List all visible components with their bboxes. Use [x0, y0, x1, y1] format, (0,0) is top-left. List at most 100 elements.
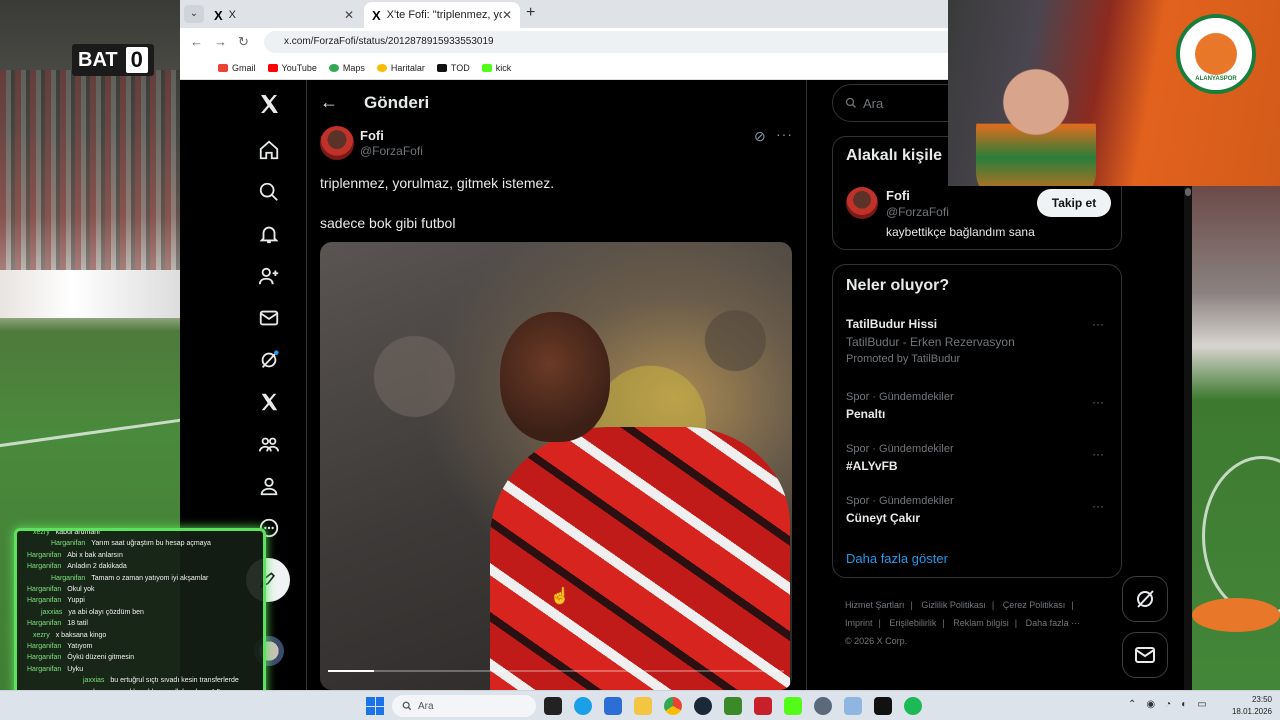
- chat-username[interactable]: Harganifan: [27, 563, 61, 570]
- chat-username[interactable]: Harganifan: [27, 654, 61, 661]
- bookmark-maps[interactable]: Maps: [328, 63, 365, 73]
- edge-icon[interactable]: [574, 697, 592, 715]
- post-video[interactable]: [320, 242, 792, 690]
- minecraft-icon[interactable]: [724, 697, 742, 715]
- tab-x-home[interactable]: X X ✕: [206, 2, 362, 28]
- file-explorer-icon[interactable]: [634, 697, 652, 715]
- follow-button[interactable]: Takip et: [1037, 189, 1111, 217]
- footer-link[interactable]: Daha fazla ···: [1026, 618, 1081, 628]
- trend-item[interactable]: Spor · Gündemdekiler Cüneyt Çakır ···: [846, 495, 1110, 525]
- chrome-icon[interactable]: [664, 697, 682, 715]
- chat-username[interactable]: Harganifan: [51, 540, 85, 547]
- volume-icon[interactable]: ◐: [1181, 699, 1187, 710]
- bookmark-haritalar[interactable]: Haritalar: [376, 63, 425, 73]
- communities-icon[interactable]: [246, 426, 292, 462]
- back-arrow-icon[interactable]: ←: [190, 34, 203, 49]
- store-icon[interactable]: [604, 697, 622, 715]
- trend-item[interactable]: TatilBudur Hissi TatilBudur - Erken Reze…: [846, 317, 1110, 365]
- chat-username[interactable]: xezry: [33, 531, 50, 536]
- grok-icon[interactable]: ⊘: [754, 128, 766, 145]
- task-view-icon[interactable]: [544, 697, 562, 715]
- author-avatar[interactable]: [320, 126, 354, 160]
- tab-x-post[interactable]: X X'te Fofi: "triplenmez, yorul ✕: [364, 2, 520, 28]
- chat-username[interactable]: Harganifan: [51, 575, 85, 582]
- tab-search-button[interactable]: ⌄: [184, 5, 204, 23]
- messages-mail-icon[interactable]: [246, 300, 292, 336]
- chat-username[interactable]: jaxxias: [41, 609, 62, 616]
- video-progress-bar[interactable]: [328, 670, 784, 672]
- taskbar-search-input[interactable]: Ara: [392, 695, 536, 717]
- more-options-icon[interactable]: ···: [776, 126, 793, 142]
- chevron-up-icon[interactable]: ⌃: [1128, 699, 1136, 710]
- chat-message: Harganifan Uyku: [27, 666, 83, 673]
- notepad-icon[interactable]: [844, 697, 862, 715]
- column-divider: [806, 80, 807, 690]
- footer-link[interactable]: Hizmet Şartları: [845, 600, 905, 610]
- obs-icon[interactable]: [874, 697, 892, 715]
- show-more-link[interactable]: Daha fazla göster: [846, 551, 948, 566]
- related-user-avatar[interactable]: [846, 187, 878, 219]
- steam-icon[interactable]: [694, 697, 712, 715]
- bookmark-kick[interactable]: kick: [481, 63, 511, 73]
- kick-icon[interactable]: [784, 697, 802, 715]
- forward-arrow-icon[interactable]: →: [214, 34, 227, 49]
- x-premium-icon[interactable]: [246, 384, 292, 420]
- more-options-icon[interactable]: ···: [1092, 395, 1104, 409]
- chat-username[interactable]: Harganifan: [27, 586, 61, 593]
- close-icon[interactable]: ✕: [502, 8, 512, 22]
- trend-item[interactable]: Spor · Gündemdekiler #ALYvFB ···: [846, 443, 1110, 473]
- chat-text: 18 tatil: [67, 620, 88, 628]
- grok-fab-button[interactable]: [1122, 576, 1168, 622]
- messages-fab-button[interactable]: [1122, 632, 1168, 678]
- bookmark-youtube[interactable]: YouTube: [267, 63, 317, 73]
- follow-add-user-icon[interactable]: [246, 258, 292, 294]
- footer-link[interactable]: Imprint: [845, 618, 873, 628]
- back-arrow-icon[interactable]: ←: [320, 92, 338, 113]
- chat-username[interactable]: Harganifan: [27, 597, 61, 604]
- home-icon[interactable]: [246, 132, 292, 168]
- trend-item[interactable]: Spor · Gündemdekiler Penaltı ···: [846, 391, 1110, 421]
- footer-link[interactable]: Gizlilik Politikası: [921, 600, 986, 610]
- wifi-icon[interactable]: ◔: [1165, 699, 1171, 710]
- chat-username[interactable]: Harganifan: [27, 620, 61, 627]
- bookmark-gmail[interactable]: Gmail: [218, 63, 256, 73]
- footer-link[interactable]: Erişilebilirlik: [889, 618, 936, 628]
- x-logo-icon: X: [372, 7, 381, 23]
- related-user-handle[interactable]: @ForzaFofi: [886, 205, 949, 219]
- author-name[interactable]: Fofi: [360, 128, 384, 143]
- chat-username[interactable]: Harganifan: [27, 643, 61, 650]
- scrollbar-thumb[interactable]: [1185, 188, 1191, 196]
- footer-link[interactable]: Reklam bilgisi: [953, 618, 1009, 628]
- close-icon[interactable]: ✕: [344, 8, 354, 22]
- chat-text: Yuppi: [67, 597, 85, 605]
- scoreboard-score: 0: [125, 47, 148, 73]
- spotify-icon[interactable]: [904, 697, 922, 715]
- chat-username[interactable]: jaxxias: [83, 677, 104, 684]
- app-icon[interactable]: [754, 697, 772, 715]
- clock[interactable]: 23:50 18.01.2026: [1228, 694, 1272, 718]
- more-options-icon[interactable]: ···: [1092, 447, 1104, 461]
- bookmark-tod[interactable]: TOD: [436, 63, 470, 73]
- start-button[interactable]: [366, 697, 384, 715]
- footer-link[interactable]: Çerez Politikası: [1003, 600, 1066, 610]
- reload-icon[interactable]: ↻: [238, 34, 249, 50]
- author-handle[interactable]: @ForzaFofi: [360, 144, 423, 158]
- grok-icon[interactable]: [246, 342, 292, 378]
- more-options-icon[interactable]: ···: [1092, 317, 1104, 331]
- chat-username[interactable]: Harganifan: [27, 666, 61, 673]
- search-icon[interactable]: [246, 174, 292, 210]
- ball-overlay: [1192, 598, 1280, 632]
- more-options-icon[interactable]: ···: [1092, 499, 1104, 513]
- network-icon[interactable]: ◉: [1146, 699, 1155, 710]
- notifications-bell-icon[interactable]: [246, 216, 292, 252]
- new-tab-button[interactable]: +: [526, 4, 535, 22]
- x-logo-icon[interactable]: [246, 86, 292, 122]
- page-scrollbar[interactable]: [1184, 186, 1192, 690]
- chat-username[interactable]: Harganifan: [27, 552, 61, 559]
- profile-icon[interactable]: [246, 468, 292, 504]
- battery-icon[interactable]: ▭: [1197, 699, 1206, 710]
- related-user-name[interactable]: Fofi: [886, 188, 910, 203]
- chat-username[interactable]: xezry: [33, 632, 50, 639]
- search-icon: [402, 701, 412, 711]
- settings-gear-icon[interactable]: [814, 697, 832, 715]
